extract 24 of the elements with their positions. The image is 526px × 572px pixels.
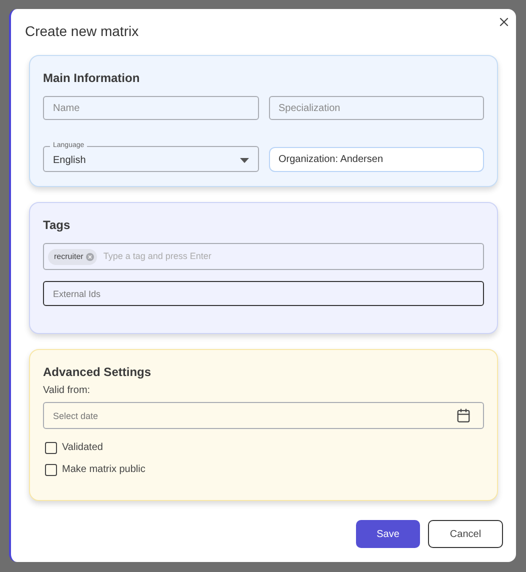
checkbox-label: Make matrix public — [62, 463, 146, 477]
tag-chip[interactable]: recruiter — [48, 248, 98, 264]
checkbox[interactable] — [45, 464, 57, 476]
dialog-title: Create new matrix — [25, 22, 139, 40]
organization-field[interactable]: Organization: Andersen — [268, 147, 484, 172]
dropdown-caret-icon — [240, 158, 248, 162]
specialization-field[interactable]: Specialization — [268, 96, 484, 120]
external-ids-field[interactable]: External Ids — [43, 281, 484, 306]
close-button[interactable] — [497, 15, 511, 29]
close-icon — [497, 15, 511, 29]
section-heading: Main Information — [43, 70, 141, 86]
checkbox-label: Validated — [62, 441, 103, 455]
remove-tag-icon — [86, 252, 94, 260]
section-heading: Advanced Settings — [43, 364, 152, 380]
save-button[interactable]: Save — [356, 520, 420, 548]
valid-from-label: Valid from: — [43, 384, 92, 398]
cancel-button[interactable]: Cancel — [428, 520, 503, 548]
name-field[interactable]: Name — [43, 96, 258, 120]
calendar-icon[interactable] — [456, 408, 471, 423]
section-heading: Tags — [43, 217, 72, 233]
date-field[interactable]: Select date — [43, 402, 484, 429]
checkbox[interactable] — [45, 442, 57, 454]
tag-input-field[interactable]: recruiter Type a tag and press Enter — [43, 243, 484, 270]
language-value: English — [53, 154, 87, 168]
